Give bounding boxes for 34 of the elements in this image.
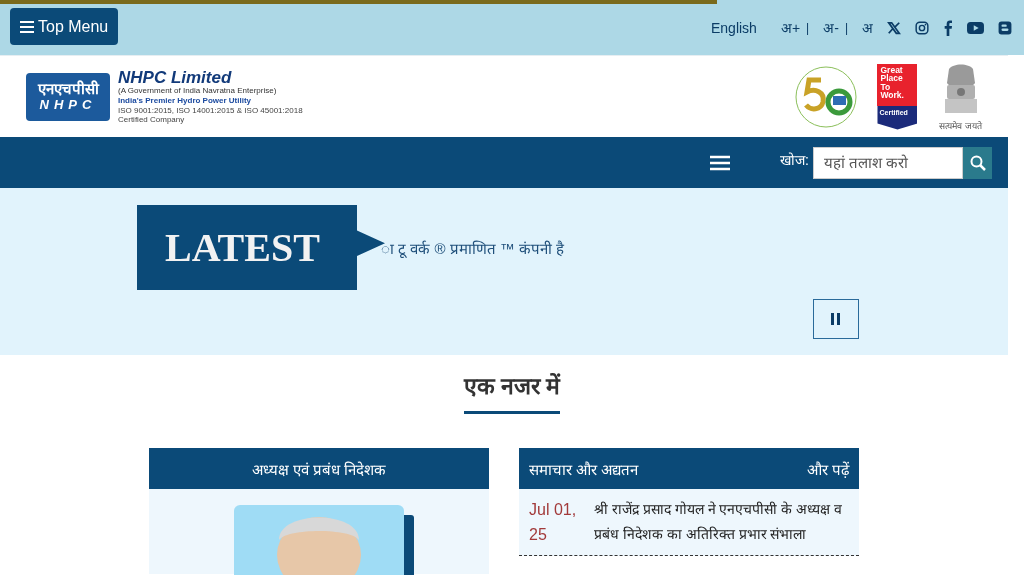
separator: | [844, 20, 848, 35]
x-logo-icon[interactable] [887, 20, 901, 35]
search-field[interactable]: यहां तलाश करो [813, 146, 963, 179]
pause-button[interactable] [813, 299, 859, 339]
news-item[interactable]: Jul 01, 25 श्री राजेंद्र प्रसाद गोयल ने एनएचपीसी के अध्यक्ष व प्रबंध निदेशक का अतिरिक्त प्रभार संभाला [519, 489, 859, 556]
menu-icon [20, 20, 34, 33]
certification-text: ISO 9001:2015, ISO 14001:2015 & ISO 45001:2018 Certified Company [118, 107, 304, 125]
emblem-motto: सत्यमेव जयते [939, 120, 982, 132]
facebook-icon[interactable] [943, 19, 953, 36]
font-size-link[interactable]: अ [862, 18, 873, 37]
card-title: समाचार और अद्यतन [529, 459, 639, 479]
menu-icon[interactable] [710, 154, 731, 171]
news-date: Jul 01, 25 [529, 500, 578, 545]
font-size-link[interactable]: अ+ [780, 18, 801, 37]
search-label: खोज: [780, 151, 809, 169]
language-link[interactable]: English [710, 19, 757, 36]
search-button[interactable] [963, 146, 992, 179]
company-name: NHPC Limited [118, 68, 233, 87]
read-more-link[interactable]: और पढ़ें [806, 458, 849, 479]
company-logo[interactable]: एनएचपीसी NHPC [26, 72, 110, 121]
section-heading: एक नजर में [463, 369, 561, 414]
anniversary-emblem-icon [793, 63, 860, 130]
news-text: श्री राजेंद्र प्रसाद गोयल ने एनएचपीसी के अध्यक्ष व प्रबंध निदेशक का अतिरिक्त प्रभार संभाला [594, 500, 844, 544]
top-menu-button[interactable]: Top Menu [10, 8, 119, 45]
pause-icon [831, 313, 841, 325]
font-size-link[interactable]: अ- [823, 18, 839, 37]
separator: | [806, 20, 810, 35]
card-header: अध्यक्ष एवं प्रबंध निदेशक [149, 448, 489, 489]
company-tagline: India's Premier Hydro Power Utility [118, 97, 253, 106]
video-play-icon[interactable] [967, 21, 984, 34]
search-icon [969, 154, 986, 171]
instagram-icon[interactable] [915, 20, 929, 35]
blog-icon[interactable] [998, 20, 1012, 35]
company-subtitle: (A Government of India Navratna Enterprise) [118, 86, 278, 96]
